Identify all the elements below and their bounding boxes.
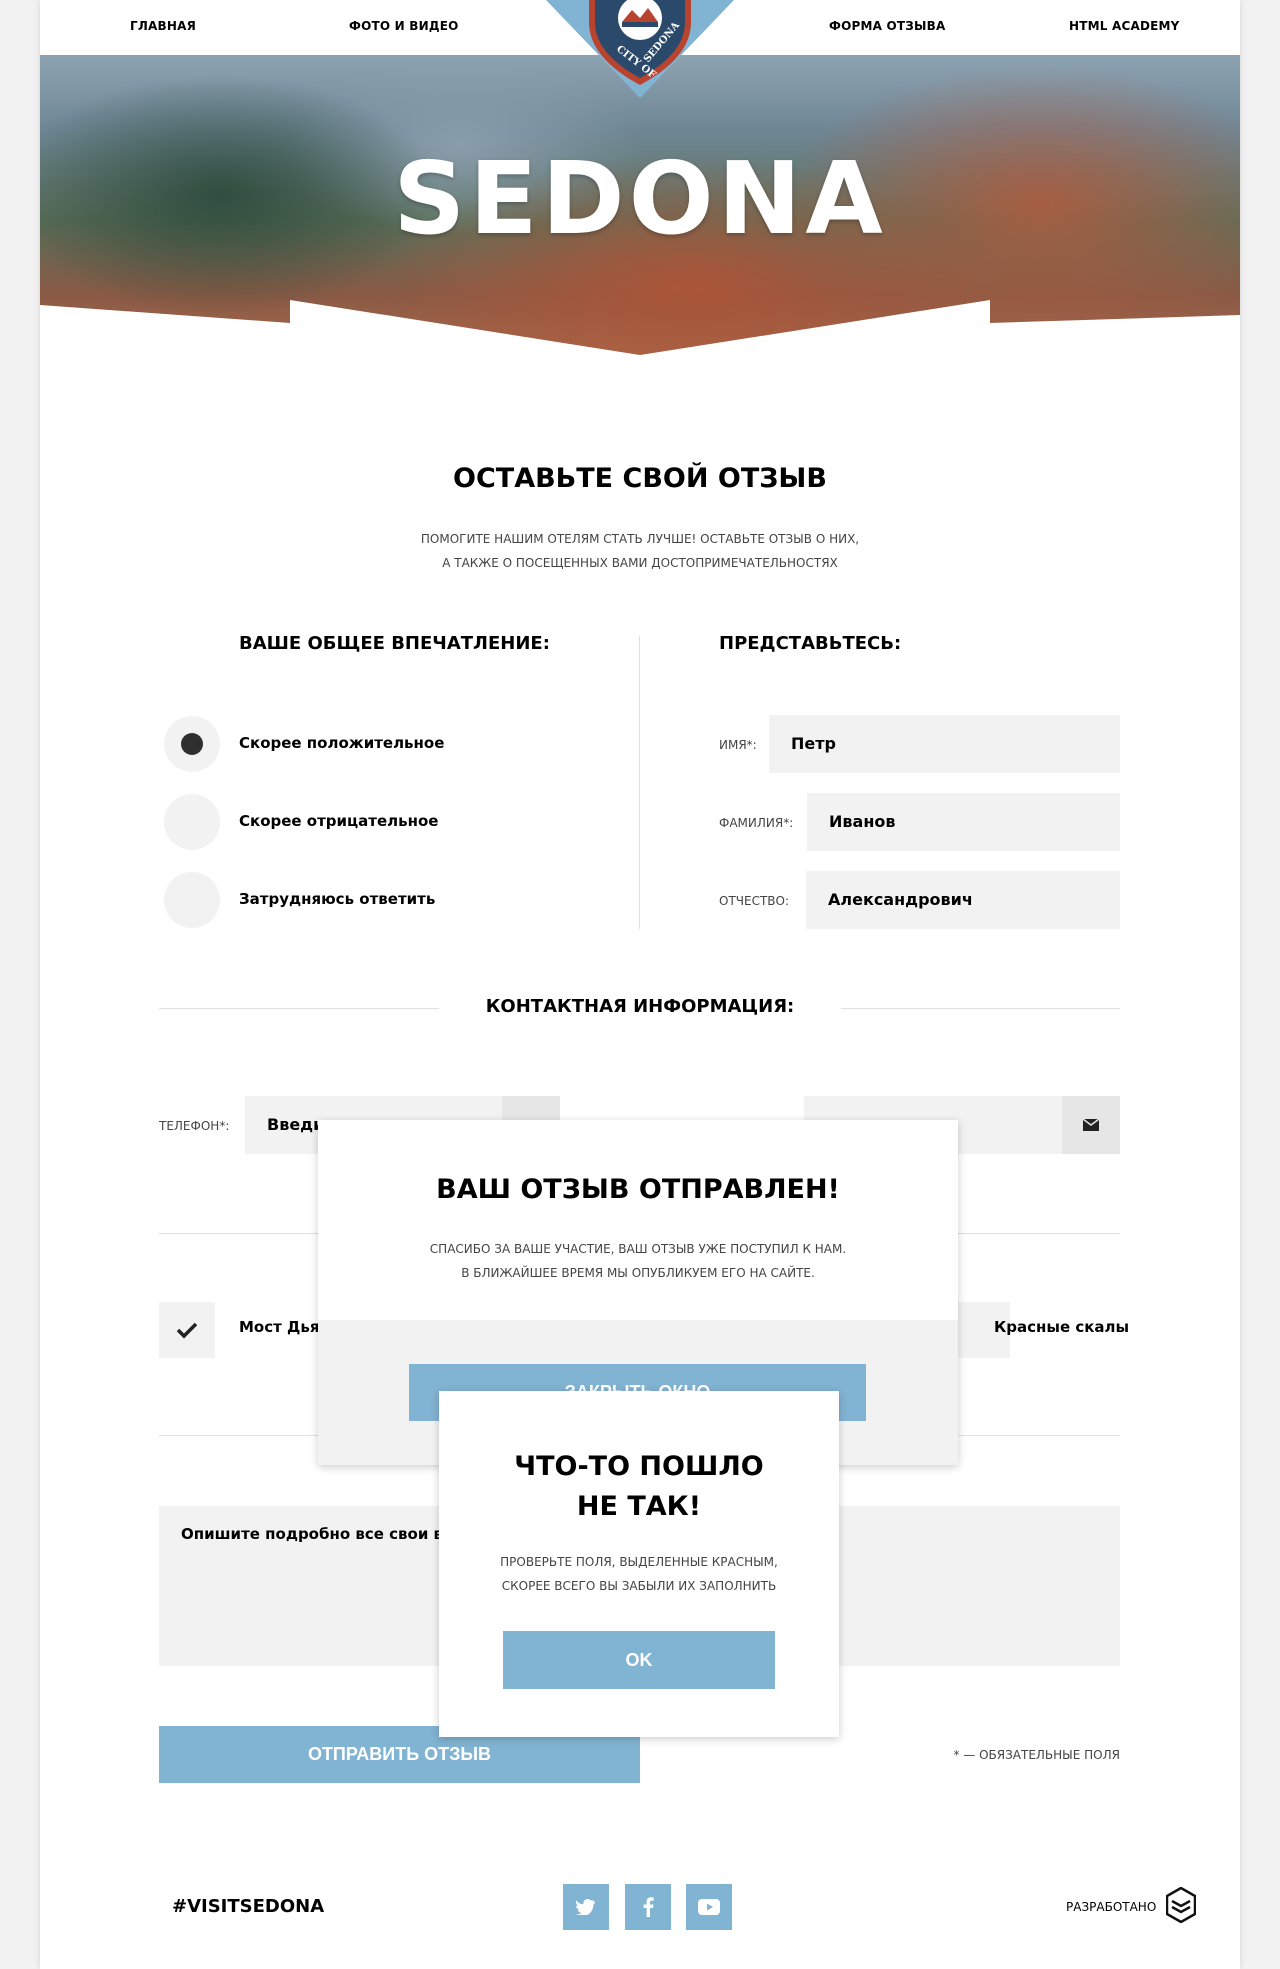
patronymic-label: ОТЧЕСТВО: xyxy=(719,894,790,908)
error-modal-title-line-2: НЕ ТАК! xyxy=(576,1491,702,1522)
nav-item-main[interactable]: ГЛАВНАЯ xyxy=(130,19,196,33)
facebook-link[interactable] xyxy=(625,1884,671,1930)
name-label: ИМЯ*: xyxy=(719,738,757,752)
name-field[interactable]: Петр xyxy=(769,715,1120,773)
radio-label-undecided[interactable]: Затрудняюсь ответить xyxy=(239,890,435,908)
success-modal-title: ВАШ ОТЗЫВ ОТПРАВЛЕН! xyxy=(436,1174,840,1205)
footer-hashtag[interactable]: #VISITSEDONA xyxy=(172,1896,324,1917)
nav-item-review-form[interactable]: ФОРМА ОТЗЫВА xyxy=(829,19,945,33)
form-intro: ПОМОГИТЕ НАШИМ ОТЕЛЯМ СТАТЬ ЛУЧШЕ! ОСТАВ… xyxy=(40,527,1240,575)
developed-by-label: РАЗРАБОТАНО xyxy=(1066,1900,1157,1914)
impression-title: ВАШЕ ОБЩЕЕ ВПЕЧАТЛЕНИЕ: xyxy=(239,633,550,654)
patronymic-field[interactable]: Александрович xyxy=(806,871,1120,929)
radio-negative[interactable] xyxy=(164,794,220,850)
error-modal-text: ПРОВЕРЬТЕ ПОЛЯ, ВЫДЕЛЕННЫЕ КРАСНЫМ, СКОР… xyxy=(439,1550,839,1598)
developer-logo-icon[interactable] xyxy=(1166,1887,1196,1923)
page: SEDONA ГЛАВНАЯ ФОТО И ВИДЕО ФОРМА ОТЗЫВА… xyxy=(40,0,1240,1969)
phone-label: ТЕЛЕФОН*: xyxy=(159,1119,230,1133)
twitter-icon xyxy=(576,1899,595,1915)
city-of-sedona-logo[interactable]: CITY OF SEDONA xyxy=(546,0,734,98)
surname-field[interactable]: Иванов xyxy=(807,793,1120,851)
success-modal-text-line-1: СПАСИБО ЗА ВАШЕ УЧАСТИЕ, ВАШ ОТЗЫВ УЖЕ П… xyxy=(429,1242,847,1256)
radio-label-negative[interactable]: Скорее отрицательное xyxy=(239,812,438,830)
radio-label-positive[interactable]: Скорее положительное xyxy=(239,734,444,752)
error-modal-text-line-1: ПРОВЕРЬТЕ ПОЛЯ, ВЫДЕЛЕННЫЕ КРАСНЫМ, xyxy=(500,1555,778,1569)
radio-undecided[interactable] xyxy=(164,872,220,928)
nav-item-photo-video[interactable]: ФОТО И ВИДЕО xyxy=(349,19,459,33)
twitter-link[interactable] xyxy=(563,1884,609,1930)
ok-button[interactable]: OK xyxy=(503,1631,775,1689)
success-modal-text: СПАСИБО ЗА ВАШЕ УЧАСТИЕ, ВАШ ОТЗЫВ УЖЕ П… xyxy=(318,1237,958,1285)
form-title: ОСТАВЬТЕ СВОЙ ОТЗЫВ xyxy=(453,463,827,494)
intro-line-1: ПОМОГИТЕ НАШИМ ОТЕЛЯМ СТАТЬ ЛУЧШЕ! ОСТАВ… xyxy=(420,532,860,546)
error-modal: ЧТО-ТО ПОШЛО НЕ ТАК! ПРОВЕРЬТЕ ПОЛЯ, ВЫД… xyxy=(439,1391,839,1737)
nav-item-html-academy[interactable]: HTML ACADEMY xyxy=(1069,19,1180,33)
email-icon-box xyxy=(1062,1096,1120,1154)
checkbox-label-devils-bridge[interactable]: Мост Дья xyxy=(239,1318,320,1336)
surname-label: ФАМИЛИЯ*: xyxy=(719,816,794,830)
email-icon xyxy=(1083,1119,1099,1131)
youtube-icon xyxy=(698,1899,720,1915)
review-textarea-placeholder: Опишите подробно все свои вос xyxy=(181,1525,463,1543)
checkbox-devils-bridge[interactable] xyxy=(159,1302,215,1358)
contacts-title: КОНТАКТНАЯ ИНФОРМАЦИЯ: xyxy=(485,996,795,1017)
checkbox-label-red-rocks[interactable]: Красные скалы xyxy=(994,1318,1129,1336)
facebook-icon xyxy=(643,1897,654,1917)
identity-title: ПРЕДСТАВЬТЕСЬ: xyxy=(719,633,902,654)
checkmark-icon xyxy=(176,1322,198,1339)
error-modal-text-line-2: СКОРЕЕ ВСЕГО ВЫ ЗАБЫЛИ ИХ ЗАПОЛНИТЬ xyxy=(501,1579,777,1593)
youtube-link[interactable] xyxy=(686,1884,732,1930)
intro-line-2: А ТАКЖЕ О ПОСЕЩЕННЫХ ВАМИ ДОСТОПРИМЕЧАТЕ… xyxy=(442,556,838,570)
error-modal-title: ЧТО-ТО ПОШЛО НЕ ТАК! xyxy=(439,1447,839,1527)
success-modal-text-line-2: В БЛИЖАЙШЕЕ ВРЕМЯ МЫ ОПУБЛИКУЕМ ЕГО НА С… xyxy=(461,1266,815,1280)
column-divider xyxy=(639,636,640,929)
error-modal-title-line-1: ЧТО-ТО ПОШЛО xyxy=(514,1451,764,1482)
radio-positive[interactable] xyxy=(164,716,220,772)
required-fields-note: * — ОБЯЗАТЕЛЬНЫЕ ПОЛЯ xyxy=(953,1748,1120,1762)
hero-title: SEDONA xyxy=(393,140,887,257)
